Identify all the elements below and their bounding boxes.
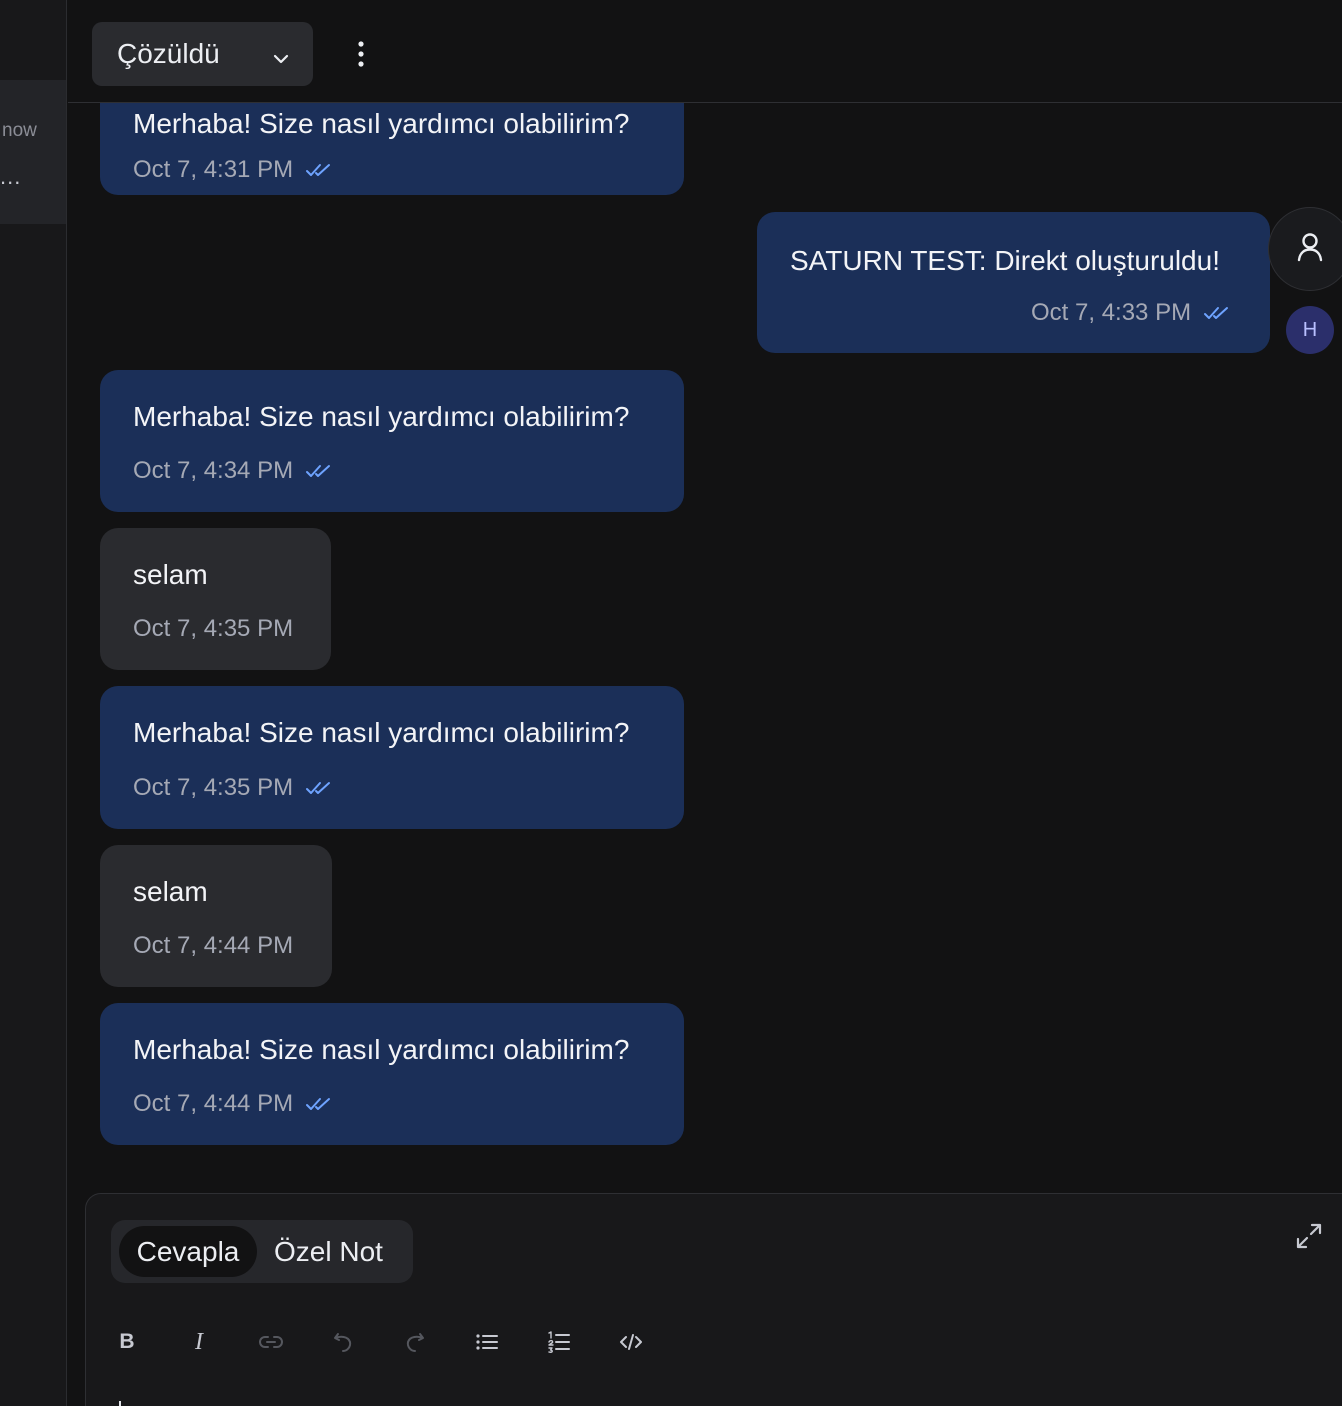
status-label: Çözüldü xyxy=(117,38,220,69)
double-check-icon xyxy=(1203,305,1231,321)
double-check-icon xyxy=(305,1096,333,1112)
undo-icon[interactable] xyxy=(325,1324,361,1360)
message-text: Merhaba! Size nasıl yardımcı olabilirim? xyxy=(133,1034,630,1065)
more-vertical-icon[interactable] xyxy=(346,36,376,72)
message-text: Merhaba! Size nasıl yardımcı olabilirim? xyxy=(133,401,630,432)
conversation-view: now ... Çözüldü Merhaba! Size nasıl yard… xyxy=(0,0,1342,1406)
link-icon[interactable] xyxy=(253,1324,289,1360)
message-bubble: Merhaba! Size nasıl yardımcı olabilirim?… xyxy=(100,686,684,829)
conversation-time: now xyxy=(2,120,37,141)
message-time: Oct 7, 4:35 PM xyxy=(133,615,294,642)
status-dropdown[interactable]: Çözüldü xyxy=(92,22,313,86)
message-bubble: Merhaba! Size nasıl yardımcı olabilirim?… xyxy=(100,370,684,512)
message-bubble: selam Oct 7, 4:44 PM xyxy=(100,845,332,987)
message-bubble: Merhaba! Size nasıl yardımcı olabilirim?… xyxy=(100,1003,684,1145)
tab-reply[interactable]: Cevapla xyxy=(119,1226,257,1277)
conversation-header: Çözüldü xyxy=(68,0,1342,103)
message-meta: Oct 7, 4:33 PM xyxy=(1031,299,1231,327)
message-meta: Oct 7, 4:31 PM xyxy=(133,156,333,184)
message-text: Merhaba! Size nasıl yardımcı olabilirim? xyxy=(133,108,630,139)
avatar: H xyxy=(1286,306,1334,354)
double-check-icon xyxy=(305,780,333,796)
message-list: Merhaba! Size nasıl yardımcı olabilirim?… xyxy=(68,103,1342,1188)
message-bubble: SATURN TEST: Direkt oluşturuldu! Oct 7, … xyxy=(757,212,1270,353)
text-cursor xyxy=(119,1401,121,1406)
message-text: selam xyxy=(133,876,208,907)
bold-icon[interactable]: B xyxy=(109,1324,145,1360)
message-text: selam xyxy=(133,559,208,590)
message-time: Oct 7, 4:44 PM xyxy=(133,932,294,959)
conversation-list-item[interactable] xyxy=(0,80,66,224)
double-check-icon xyxy=(305,463,333,479)
reply-mode-toggle: Cevapla Özel Not xyxy=(111,1220,413,1283)
numbered-list-icon[interactable] xyxy=(541,1324,577,1360)
expand-icon[interactable] xyxy=(1294,1221,1324,1251)
code-icon[interactable] xyxy=(613,1324,649,1360)
conversation-list-sidebar: now ... xyxy=(0,0,67,1406)
redo-icon[interactable] xyxy=(397,1324,433,1360)
message-time: Oct 7, 4:35 PM xyxy=(133,774,294,801)
message-meta: Oct 7, 4:35 PM xyxy=(133,774,333,802)
message-bubble: Merhaba! Size nasıl yardımcı olabilirim?… xyxy=(100,103,684,195)
message-meta: Oct 7, 4:44 PM xyxy=(133,932,293,960)
italic-icon[interactable]: I xyxy=(181,1324,217,1360)
tab-private-note[interactable]: Özel Not xyxy=(274,1226,383,1277)
agent-avatar[interactable] xyxy=(1268,207,1342,291)
reply-composer: Cevapla Özel Not B I xyxy=(85,1193,1342,1406)
message-meta: Oct 7, 4:44 PM xyxy=(133,1090,333,1118)
formatting-toolbar: B I xyxy=(111,1324,711,1360)
chevron-down-icon xyxy=(271,44,291,76)
double-check-icon xyxy=(305,162,333,178)
bullet-list-icon[interactable] xyxy=(469,1324,505,1360)
message-meta: Oct 7, 4:34 PM xyxy=(133,457,333,485)
message-text: SATURN TEST: Direkt oluşturuldu! xyxy=(790,245,1220,276)
message-time: Oct 7, 4:44 PM xyxy=(133,1090,294,1117)
italic-glyph: I xyxy=(195,1328,203,1355)
message-meta: Oct 7, 4:35 PM xyxy=(133,615,293,643)
user-icon xyxy=(1296,232,1324,267)
message-time: Oct 7, 4:34 PM xyxy=(133,457,294,484)
message-bubble: selam Oct 7, 4:35 PM xyxy=(100,528,331,670)
bold-glyph: B xyxy=(119,1330,135,1353)
conversation-preview-ellipsis: ... xyxy=(0,164,22,189)
message-text: Merhaba! Size nasıl yardımcı olabilirim? xyxy=(133,717,630,748)
message-time: Oct 7, 4:33 PM xyxy=(1031,299,1192,326)
message-time: Oct 7, 4:31 PM xyxy=(133,156,294,183)
